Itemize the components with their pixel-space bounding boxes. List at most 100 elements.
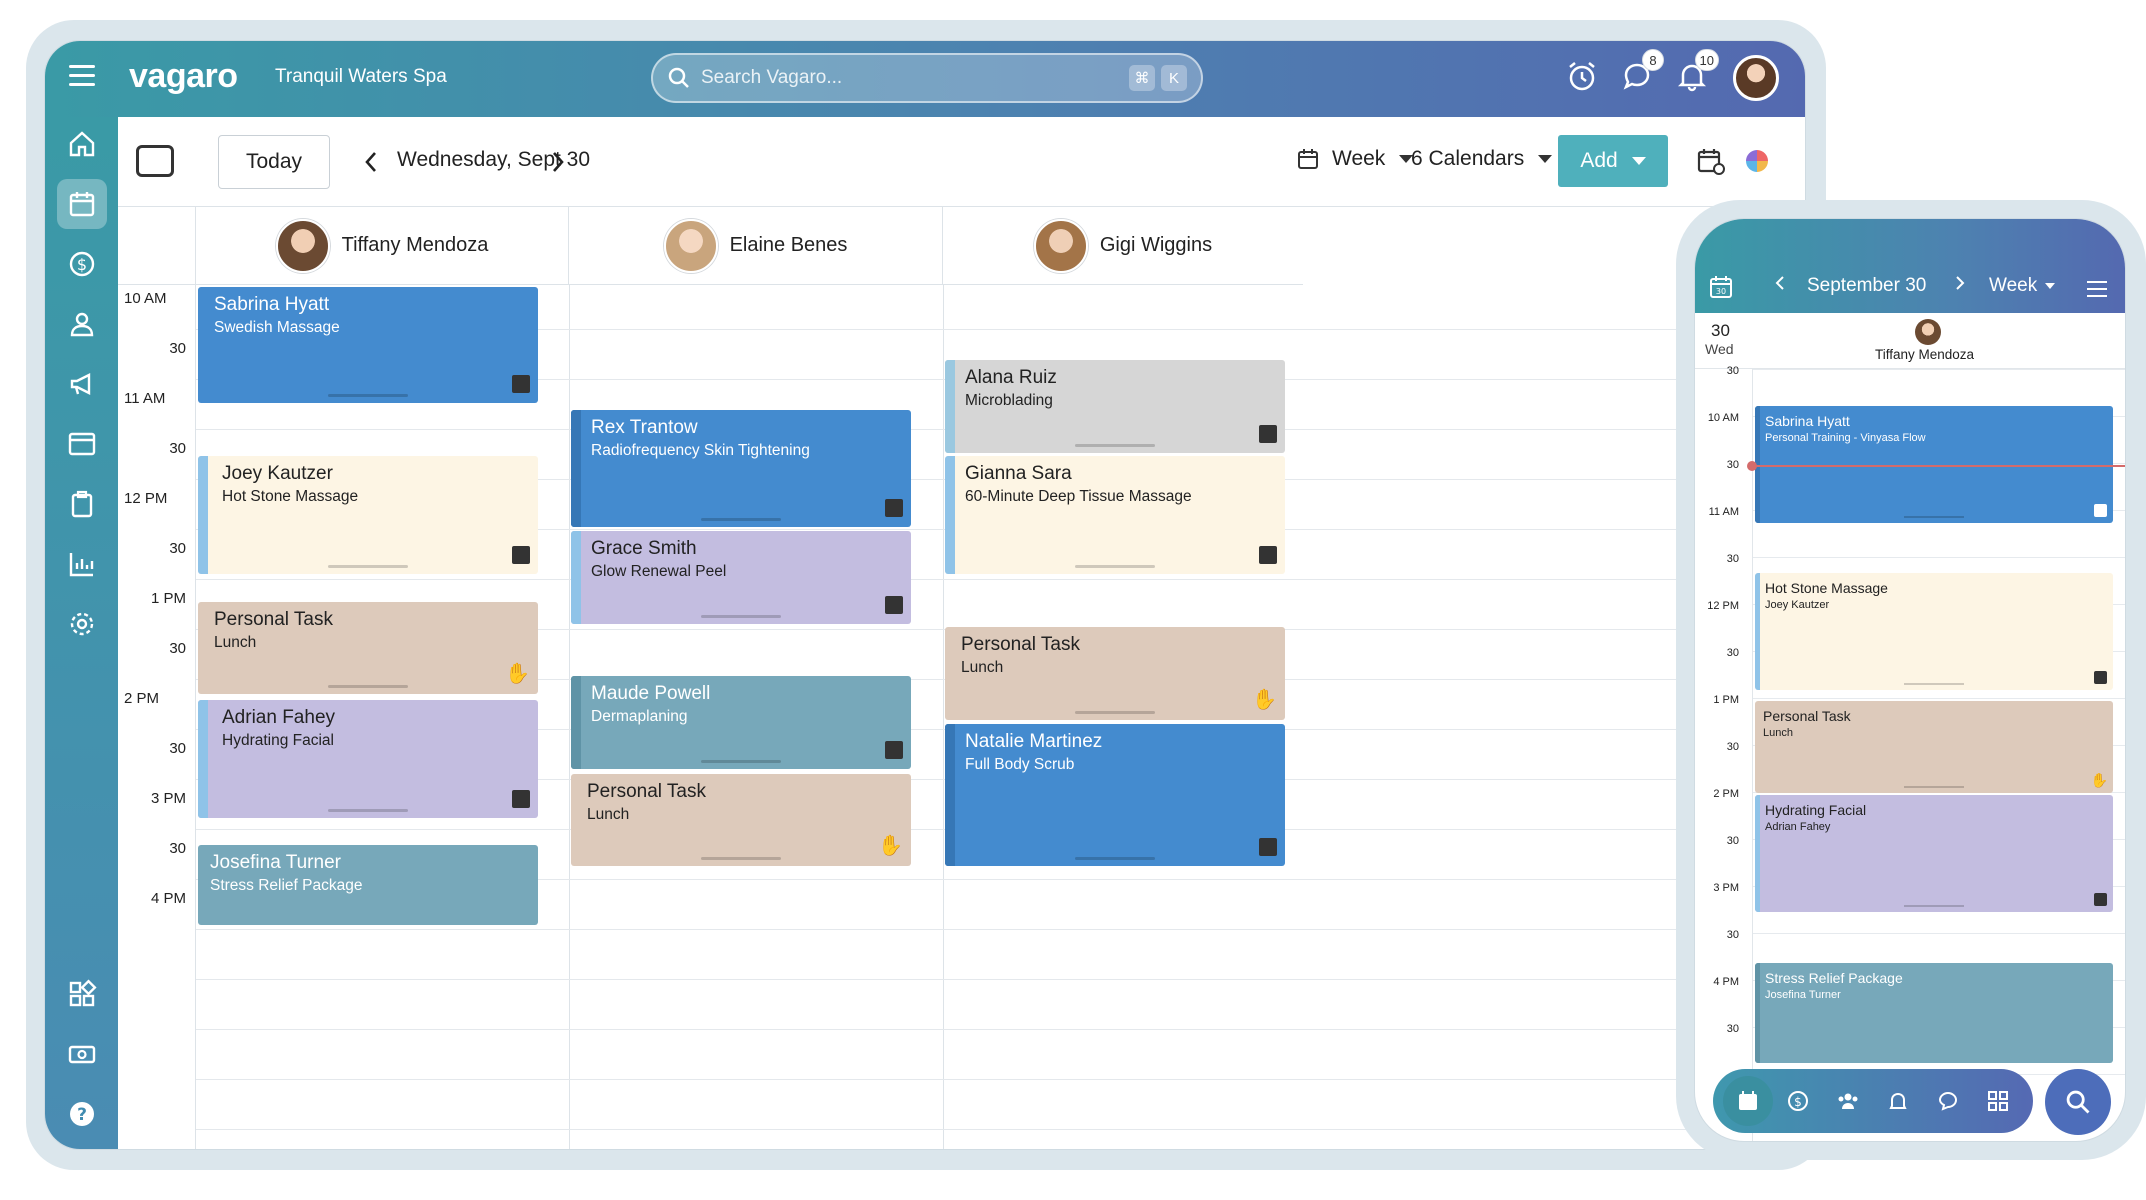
client-name: Josefina Turner	[1765, 989, 1841, 1001]
task-card[interactable]: Personal Task Lunch ✋	[571, 774, 911, 866]
current-time-line	[1753, 465, 2125, 467]
apps-icon[interactable]	[1973, 1076, 2023, 1126]
service-name: Hydrating Facial	[1765, 802, 1867, 818]
megaphone-icon[interactable]	[57, 359, 107, 409]
people-icon[interactable]	[1823, 1076, 1873, 1126]
view-selector[interactable]: Week	[1296, 147, 1414, 171]
client-name: Rex Trantow	[591, 417, 698, 438]
staff-header-tiffany[interactable]: Tiffany Mendoza	[196, 207, 569, 285]
chat-icon[interactable]: 8	[1620, 49, 1664, 93]
dollar-icon[interactable]: $	[1773, 1076, 1823, 1126]
appointment-card[interactable]: Natalie Martinez Full Body Scrub	[945, 724, 1285, 866]
time-label: 30	[169, 840, 186, 857]
color-legend-icon[interactable]	[1746, 150, 1768, 172]
task-card[interactable]: Personal Task Lunch ✋	[198, 602, 538, 694]
phone-time-label: 10 AM	[1707, 412, 1739, 424]
calendar-icon[interactable]	[1723, 1076, 1773, 1126]
time-label: 30	[169, 640, 186, 657]
phone-view-selector[interactable]: Week	[1989, 275, 2056, 297]
calendar-settings-icon[interactable]	[1696, 147, 1726, 177]
phone-next-arrow[interactable]	[1955, 275, 1965, 291]
phone-appointment-card[interactable]: Hot Stone Massage Joey Kautzer	[1755, 573, 2113, 690]
calendars-selector[interactable]: 6 Calendars	[1411, 147, 1553, 171]
phone-time-label: 2 PM	[1713, 788, 1739, 800]
calendar-toolbar: Today Wednesday, Sept 30 Week 6 Calendar…	[118, 117, 1805, 207]
phone-staff-name: Tiffany Mendoza	[1875, 347, 1975, 362]
home-icon[interactable]	[57, 119, 107, 169]
avatar	[1915, 319, 1941, 345]
messages-badge: 8	[1642, 49, 1664, 71]
bell-icon[interactable]	[1873, 1076, 1923, 1126]
person-icon[interactable]	[57, 299, 107, 349]
appointment-card[interactable]: Sabrina Hyatt Swedish Massage	[198, 287, 538, 403]
next-day-arrow[interactable]	[543, 145, 573, 179]
service-name: 60-Minute Deep Tissue Massage	[965, 488, 1192, 505]
menu-icon[interactable]	[69, 65, 95, 87]
chat-icon[interactable]	[1923, 1076, 1973, 1126]
bell-icon[interactable]: 10	[1675, 49, 1719, 93]
apps-icon[interactable]	[57, 969, 107, 1019]
calendar-icon[interactable]: 30	[1709, 275, 1733, 299]
task-detail: Lunch	[587, 806, 630, 823]
appointment-card[interactable]: Adrian Fahey Hydrating Facial	[198, 700, 538, 818]
note-icon	[512, 790, 530, 808]
phone-appointment-card[interactable]: Stress Relief Package Josefina Turner	[1755, 963, 2113, 1063]
appointment-card[interactable]: Grace Smith Glow Renewal Peel	[571, 531, 911, 624]
today-button[interactable]: Today	[218, 135, 330, 189]
task-title: Personal Task	[587, 781, 706, 802]
calendar-main: Today Wednesday, Sept 30 Week 6 Calendar…	[118, 117, 1805, 1149]
task-card[interactable]: Personal Task Lunch ✋	[945, 627, 1285, 720]
client-name: Grace Smith	[591, 538, 697, 559]
staff-header-elaine[interactable]: Elaine Benes	[569, 207, 943, 285]
service-name: Full Body Scrub	[965, 756, 1075, 773]
service-name: Hydrating Facial	[222, 732, 334, 749]
calendar-icon[interactable]	[57, 179, 107, 229]
collapse-panel-icon[interactable]	[136, 145, 174, 177]
search-icon[interactable]	[2045, 1069, 2111, 1135]
gear-icon[interactable]	[57, 599, 107, 649]
phone-task-card[interactable]: Personal Task Lunch ✋	[1755, 701, 2113, 793]
phone-appointment-card[interactable]: Hydrating Facial Adrian Fahey	[1755, 795, 2113, 912]
browser-icon[interactable]	[57, 419, 107, 469]
time-label: 30	[169, 740, 186, 757]
task-detail: Lunch	[961, 659, 1004, 676]
add-button[interactable]: Add	[1558, 135, 1668, 187]
client-name: Sabrina Hyatt	[214, 294, 330, 315]
current-time-dot	[1747, 461, 1757, 471]
time-grid: 10 AM 30 11 AM 30 12 PM 30 1 PM 30 2 PM …	[118, 285, 1805, 1149]
help-icon[interactable]: ?	[57, 1089, 107, 1139]
note-icon	[2094, 893, 2107, 906]
phone-prev-arrow[interactable]	[1775, 275, 1785, 291]
phone-time-label: 30	[1726, 1023, 1739, 1035]
clipboard-icon[interactable]	[57, 479, 107, 529]
prev-day-arrow[interactable]	[356, 145, 386, 179]
client-name: Adrian Fahey	[222, 707, 336, 728]
search-input[interactable]: Search Vagaro... ⌘ K	[651, 53, 1203, 103]
phone-menu-icon[interactable]	[2087, 281, 2107, 297]
phone-time-label: 30	[1726, 929, 1739, 941]
cash-icon[interactable]	[57, 1029, 107, 1079]
service-name: Radiofrequency Skin Tightening	[591, 442, 810, 459]
time-column	[118, 285, 196, 1149]
dollar-icon[interactable]: $	[57, 239, 107, 289]
chart-icon[interactable]	[57, 539, 107, 589]
appointment-card[interactable]: Joey Kautzer Hot Stone Massage	[198, 456, 538, 574]
app-logo[interactable]: vagaro	[129, 57, 238, 96]
alarm-clock-icon[interactable]	[1565, 59, 1599, 93]
day-number: 30	[1711, 321, 1730, 340]
phone-time-label: 30	[1726, 553, 1739, 565]
appointment-card[interactable]: Gianna Sara 60-Minute Deep Tissue Massag…	[945, 456, 1285, 574]
svg-text:$: $	[77, 255, 87, 274]
staff-header-gigi[interactable]: Gigi Wiggins	[943, 207, 1303, 285]
avatar	[663, 218, 718, 273]
user-avatar[interactable]	[1733, 55, 1779, 101]
phone-day-header: 30 Wed Tiffany Mendoza	[1695, 313, 2125, 369]
appointment-card[interactable]: Maude Powell Dermaplaning	[571, 676, 911, 769]
appointment-card[interactable]: Rex Trantow Radiofrequency Skin Tighteni…	[571, 410, 911, 527]
appointment-card[interactable]: Alana Ruiz Microblading	[945, 360, 1285, 453]
appointment-card[interactable]: Josefina Turner Stress Relief Package	[198, 845, 538, 925]
phone-time-label: 30	[1726, 459, 1739, 471]
phone-time-label: 30	[1726, 835, 1739, 847]
avatar	[1033, 218, 1088, 273]
note-icon	[1259, 546, 1277, 564]
